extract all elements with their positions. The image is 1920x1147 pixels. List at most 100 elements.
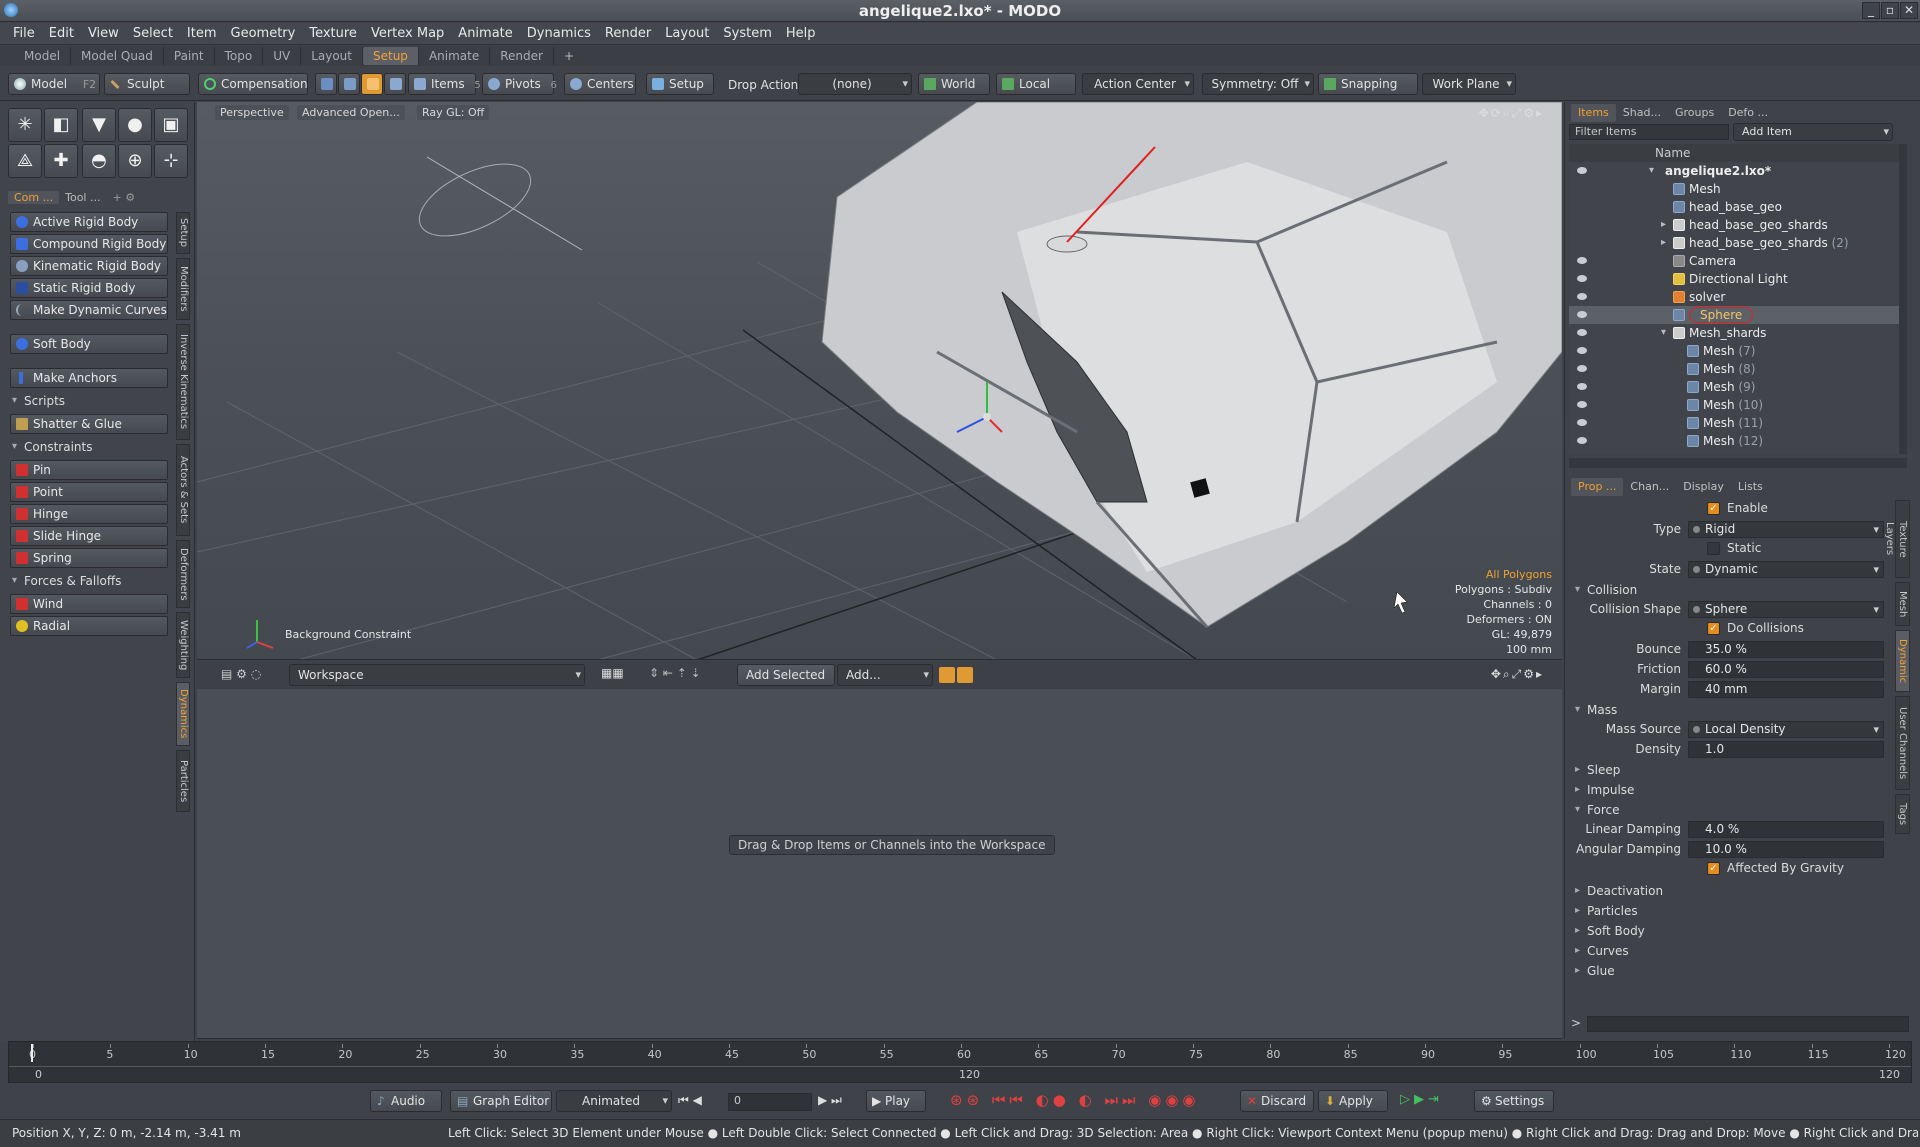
tab-animate[interactable]: Animate [419,47,491,65]
menu-view[interactable]: View [81,26,126,41]
affected-by-gravity-checkbox[interactable]: ✓ [1707,862,1720,875]
discard-button[interactable]: ✕ Discard [1240,1090,1314,1112]
vtab-user-channels[interactable]: User Channels [1895,696,1910,790]
camera-gizmo[interactable] [409,149,541,250]
column-name-header[interactable]: Name [1655,144,1690,162]
kinematic-rigid-body-button[interactable]: Kinematic Rigid Body [10,256,168,276]
menu-system[interactable]: System [716,26,778,41]
add-selected-button[interactable]: Add Selected [737,664,835,686]
model-mode-button[interactable]: Model F2 [8,73,100,95]
vtab-actors-sets[interactable]: Actors & Sets [176,444,190,536]
tab-model[interactable]: Model [14,47,72,65]
close-button[interactable]: ✕ [1900,2,1918,19]
vtab-dynamics[interactable]: Dynamics [176,682,190,746]
sphere-object[interactable] [1046,235,1088,253]
tree-row-directional-light[interactable]: Directional Light [1569,270,1899,288]
shatter-glue-button[interactable]: Shatter & Glue [10,414,168,434]
record-controls[interactable]: ⊛⊛ ⏮⏮ ◐● ◐ ⏭⏭ ◉◉◉ [950,1091,1200,1109]
friction-field[interactable]: 60.0 % [1688,661,1884,678]
tab-commands[interactable]: Com ... [8,190,60,204]
tree-row-scene[interactable]: ▾ angelique2.lxo* [1569,162,1899,180]
apply-button[interactable]: ⬇ Apply [1318,1090,1388,1112]
tree-row-solver[interactable]: solver [1569,288,1899,306]
vtab-modifiers[interactable]: Modifiers [176,258,190,320]
timeline-playhead[interactable] [31,1044,33,1062]
tree-row-head-shards-2[interactable]: ▸ head_base_geo_shards (2) [1569,234,1899,252]
impulse-section[interactable]: Impulse [1573,781,1903,799]
snapping-button[interactable]: Snapping [1318,73,1418,95]
tab-deformers[interactable]: Defo ... [1721,104,1775,122]
glue-section[interactable]: Glue [1573,962,1903,980]
soft-body-section[interactable]: Soft Body [1573,922,1903,940]
vtab-deformers[interactable]: Deformers [176,540,190,608]
audio-button[interactable]: ♪ Audio [370,1090,442,1112]
mass-section[interactable]: Mass [1573,701,1903,719]
menu-texture[interactable]: Texture [302,26,364,41]
slide-hinge-constraint-button[interactable]: Slide Hinge [10,526,168,546]
ik-tool-button[interactable]: ⟁ [8,144,42,178]
angular-damping-field[interactable]: 10.0 % [1688,841,1884,858]
joint-tool-button[interactable]: ✚ [44,144,78,178]
tree-row-mesh-8[interactable]: Mesh (8) [1569,360,1899,378]
soft-body-button[interactable]: Soft Body [10,334,168,354]
command-input[interactable] [1587,1016,1909,1032]
menu-dynamics[interactable]: Dynamics [520,26,598,41]
vtab-particles[interactable]: Particles [176,750,190,812]
radial-force-button[interactable]: Radial [10,616,168,636]
visibility-eye-icon[interactable] [1577,347,1587,354]
tree-row-mesh[interactable]: Mesh [1569,180,1899,198]
tree-row-mesh-9[interactable]: Mesh (9) [1569,378,1899,396]
symmetry-dropdown[interactable]: Symmetry: Off [1202,73,1314,95]
spring-constraint-button[interactable]: Spring [10,548,168,568]
static-checkbox[interactable] [1707,542,1720,555]
add-item-dropdown[interactable]: Add Item [1733,123,1893,141]
vtab-inverse-kinematics[interactable]: Inverse Kinematics [176,324,190,440]
world-button[interactable]: World [918,73,990,95]
viewport-nav-icons[interactable]: ✥⟳⌕⤢⚙▸ [1479,106,1544,121]
tab-tool[interactable]: Tool ... [59,191,106,204]
visibility-eye-icon[interactable] [1577,257,1587,264]
menu-help[interactable]: Help [779,26,823,41]
items-mode-button[interactable]: Items 5 [408,73,481,95]
animated-dropdown[interactable]: Animated [556,1090,672,1112]
particles-section[interactable]: Particles [1573,902,1903,920]
margin-field[interactable]: 40 mm [1688,681,1884,698]
maximize-button[interactable]: ▫ [1881,2,1899,19]
mass-source-dropdown[interactable]: Local Density [1688,721,1884,738]
menu-animate[interactable]: Animate [451,26,519,41]
collision-shape-dropdown[interactable]: Sphere [1688,601,1884,618]
3d-viewport[interactable]: Perspective Advanced Open... Ray GL: Off… [197,102,1562,660]
menu-render[interactable]: Render [598,26,658,41]
forces-falloffs-section[interactable]: Forces & Falloffs [10,572,168,590]
visibility-eye-icon[interactable] [1577,419,1587,426]
make-dynamic-curves-button[interactable]: Make Dynamic Curves [10,300,168,320]
raygl-label[interactable]: Ray GL: Off [417,105,490,120]
tab-shading[interactable]: Shad... [1616,104,1668,122]
tree-row-mesh-11[interactable]: Mesh (11) [1569,414,1899,432]
state-dropdown[interactable]: Dynamic [1688,561,1884,578]
item-tree[interactable]: Name ▾ angelique2.lxo* Mesh head_base_geo… [1569,144,1899,454]
enable-checkbox[interactable]: ✓ [1707,502,1720,515]
constraints-section[interactable]: Constraints [10,438,168,456]
hinge-constraint-button[interactable]: Hinge [10,504,168,524]
workspace-dropdown[interactable]: Workspace [289,664,585,686]
rig-tool-button[interactable]: ⊕ [118,144,152,178]
tab-properties[interactable]: Prop ... [1571,478,1624,496]
visibility-eye-icon[interactable] [1577,311,1587,318]
vtab-weighting[interactable]: Weighting [176,612,190,678]
select-materials-button[interactable] [384,73,406,95]
point-constraint-button[interactable]: Point [10,482,168,502]
add-light-button[interactable]: ● [118,108,152,142]
menu-item[interactable]: Item [180,26,224,41]
visibility-eye-icon[interactable] [1577,293,1587,300]
add-locator-button[interactable]: ✳ [8,108,42,142]
tab-paint[interactable]: Paint [164,47,215,65]
visibility-eye-icon[interactable] [1577,365,1587,372]
minimize-button[interactable]: _ [1862,2,1880,19]
visibility-eye-icon[interactable] [1577,167,1587,174]
tab-layout[interactable]: Layout [301,47,363,65]
grid-view-icon[interactable]: ▦▦ [601,666,624,680]
workspace-nav-icons[interactable]: ✥⌕⤢⚙▸ [1491,667,1544,682]
step-forward-icons[interactable]: ▶ ⏭ [818,1093,842,1108]
add-tab-button[interactable]: + [554,47,584,65]
